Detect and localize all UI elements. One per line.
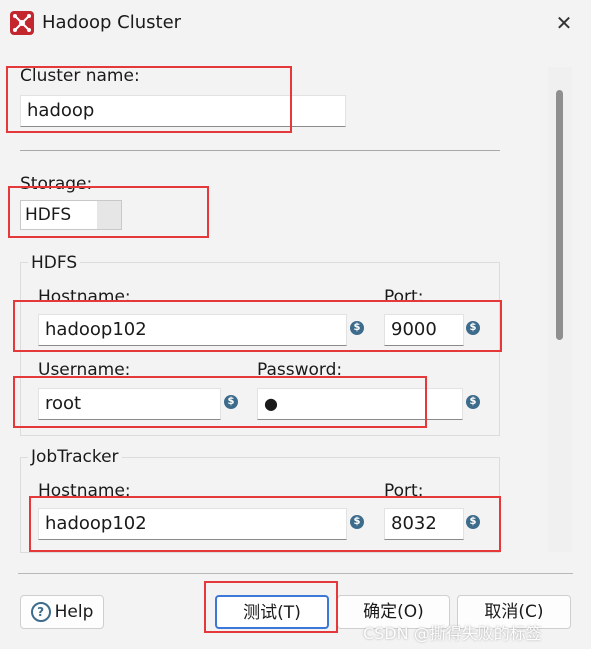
variable-icon[interactable]: $ xyxy=(350,321,364,335)
hdfs-username-input[interactable]: root xyxy=(38,388,221,420)
dropdown-arrow xyxy=(97,201,121,229)
cluster-name-input[interactable]: hadoop xyxy=(20,95,346,127)
test-button[interactable]: 测试(T) xyxy=(215,595,329,629)
jobtracker-hostname-label: Hostname: xyxy=(38,481,131,501)
hdfs-password-label: Password: xyxy=(257,360,343,380)
hdfs-hostname-label: Hostname: xyxy=(38,287,131,307)
hdfs-port-label: Port: xyxy=(384,287,424,307)
jobtracker-port-label: Port: xyxy=(384,481,424,501)
jobtracker-group-title: JobTracker xyxy=(28,447,122,467)
hdfs-password-input[interactable]: ● xyxy=(257,388,463,420)
hadoop-cluster-icon xyxy=(10,11,34,35)
hdfs-username-label: Username: xyxy=(38,360,131,380)
watermark: CSDN @撕得失败的标签 xyxy=(363,624,542,643)
variable-icon[interactable]: $ xyxy=(466,395,480,409)
footer-separator xyxy=(18,573,573,574)
variable-icon[interactable]: $ xyxy=(224,395,238,409)
separator xyxy=(20,150,500,151)
variable-icon[interactable]: $ xyxy=(466,321,480,335)
jobtracker-hostname-input[interactable]: hadoop102 xyxy=(38,508,347,540)
storage-label: Storage: xyxy=(20,174,93,194)
variable-icon[interactable]: $ xyxy=(466,515,480,529)
close-button[interactable]: ✕ xyxy=(548,10,580,36)
hdfs-hostname-input[interactable]: hadoop102 xyxy=(38,314,347,346)
jobtracker-port-input[interactable]: 8032 xyxy=(384,508,464,540)
window-title: Hadoop Cluster xyxy=(42,12,182,33)
storage-select[interactable]: HDFS xyxy=(20,200,122,230)
variable-icon[interactable]: $ xyxy=(350,515,364,529)
hdfs-port-input[interactable]: 9000 xyxy=(384,314,464,346)
storage-selected-value: HDFS xyxy=(25,205,72,225)
scrollbar-thumb[interactable] xyxy=(556,90,563,340)
title-bar: Hadoop Cluster ✕ xyxy=(0,0,591,47)
hdfs-group-title: HDFS xyxy=(28,253,81,273)
help-button-label: Help xyxy=(54,602,94,622)
cluster-name-label: Cluster name: xyxy=(20,66,140,86)
help-button[interactable]: ? Help xyxy=(20,595,104,629)
help-icon: ? xyxy=(30,602,51,622)
